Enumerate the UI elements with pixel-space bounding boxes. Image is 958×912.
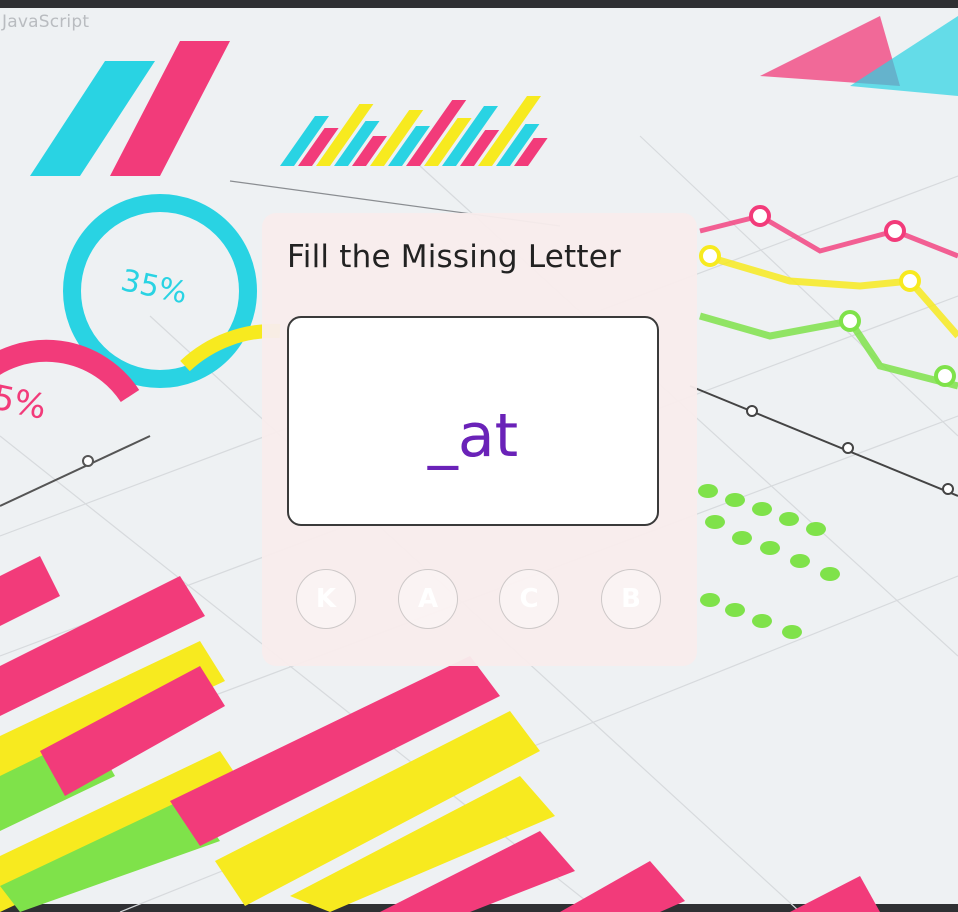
quiz-card: Fill the Missing Letter _at K A C B (262, 213, 697, 666)
quiz-title: Fill the Missing Letter (287, 239, 621, 275)
percent-label-5: 5% (0, 378, 50, 428)
letter-options: K A C B (296, 569, 664, 633)
option-button-b[interactable]: B (601, 569, 661, 629)
option-button-a[interactable]: A (398, 569, 458, 629)
percent-label-35: 35% (118, 263, 191, 311)
word-display: _at (287, 316, 659, 526)
game-window: JavaScript 35% 5% Fill the Missing Lette… (0, 0, 958, 912)
option-button-k[interactable]: K (296, 569, 356, 629)
corner-label: JavaScript (2, 12, 90, 32)
missing-letter-word: _at (427, 401, 519, 471)
option-button-c[interactable]: C (499, 569, 559, 629)
